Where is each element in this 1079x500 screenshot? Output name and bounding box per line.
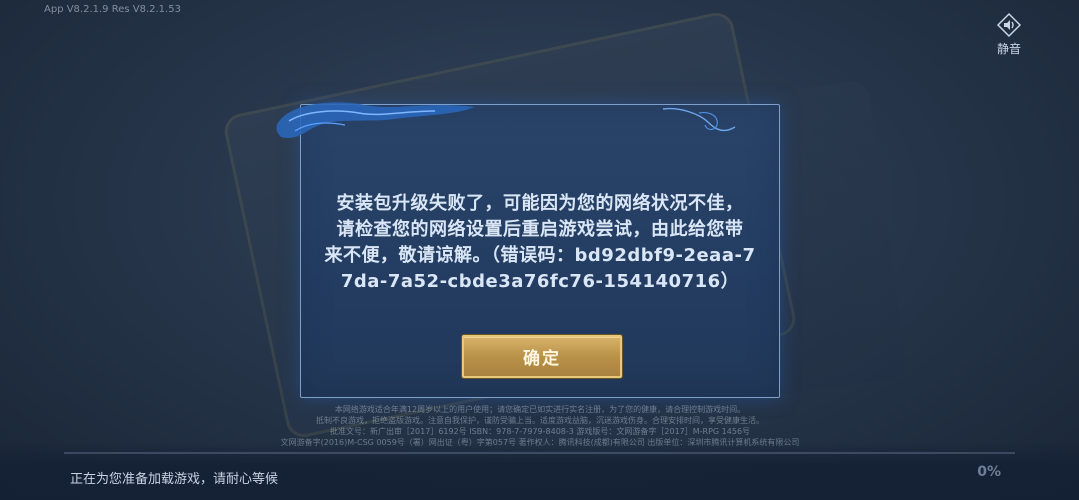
message-line: 来不便，敬请谅解。（错误码：bd92dbf9-2eaa-7	[324, 245, 756, 266]
swirl-ornament-right	[662, 107, 736, 132]
speaker-icon	[987, 12, 1031, 38]
legal-line: 抵制不良游戏，拒绝盗版游戏。注意自我保护，谨防受骗上当。适度游戏益脑，沉迷游戏伤…	[316, 416, 764, 425]
mute-label: 静音	[996, 42, 1021, 56]
legal-line: 本网络游戏适合年满12周岁以上的用户使用；请您确定已如实进行实名注册，为了您的健…	[334, 405, 746, 414]
swirl-ornament-left	[276, 102, 475, 139]
error-dialog: 安装包升级失败了，可能因为您的网络状况不佳， 请检查您的网络设置后重启游戏尝试，…	[276, 102, 780, 398]
loading-status-text: 正在为您准备加载游戏，请耐心等候	[70, 472, 279, 487]
message-line: 请检查您的网络设置后重启游戏尝试，由此给您带	[336, 219, 744, 240]
progress-bar	[64, 452, 1015, 454]
legal-line: 批准文号：新广出审［2017］6192号 ISBN：978-7-7979-840…	[329, 427, 751, 436]
error-message: 安装包升级失败了，可能因为您的网络状况不佳， 请检查您的网络设置后重启游戏尝试，…	[315, 191, 765, 295]
confirm-button[interactable]: 确定	[462, 335, 622, 378]
mute-button[interactable]: 静音	[987, 12, 1031, 57]
loading-bar-area: 正在为您准备加载游戏，请耐心等候 0%	[0, 442, 1079, 500]
version-label: App V8.2.1.9 Res V8.2.1.53	[44, 4, 181, 15]
message-line: 安装包升级失败了，可能因为您的网络状况不佳，	[336, 193, 744, 214]
progress-percent: 0%	[977, 464, 1001, 480]
message-line: 7da-7a52-cbde3a76fc76-154140716）	[340, 271, 740, 292]
